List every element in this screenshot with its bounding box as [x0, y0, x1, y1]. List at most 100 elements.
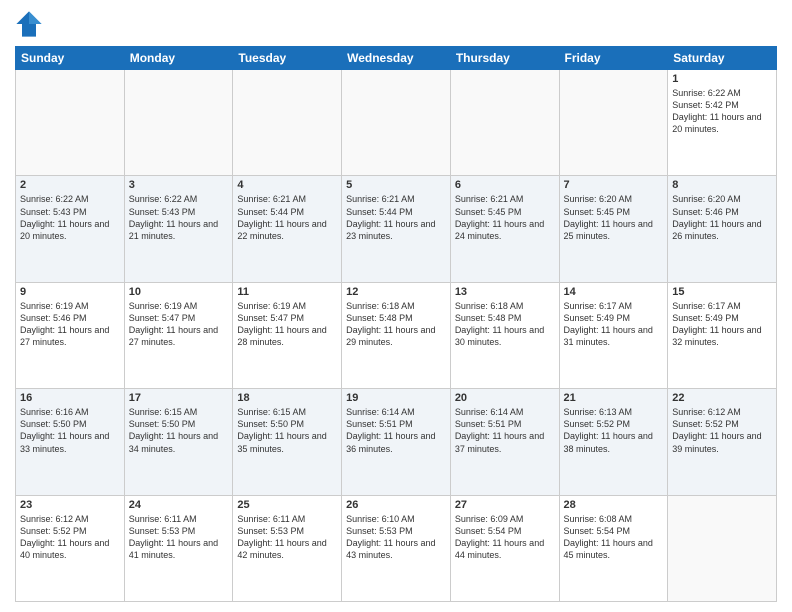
day-info: Sunrise: 6:21 AM Sunset: 5:44 PM Dayligh…	[237, 193, 337, 242]
calendar-cell: 24 Sunrise: 6:11 AM Sunset: 5:53 PM Dayli…	[124, 495, 233, 601]
calendar-cell	[559, 70, 668, 176]
day-number: 12	[346, 286, 446, 298]
calendar-cell: 5 Sunrise: 6:21 AM Sunset: 5:44 PM Daylig…	[342, 176, 451, 282]
day-info: Sunrise: 6:17 AM Sunset: 5:49 PM Dayligh…	[672, 300, 772, 349]
day-number: 13	[455, 286, 555, 298]
calendar-cell	[16, 70, 125, 176]
calendar-header-row: SundayMondayTuesdayWednesdayThursdayFrid…	[16, 47, 777, 70]
day-info: Sunrise: 6:09 AM Sunset: 5:54 PM Dayligh…	[455, 513, 555, 562]
day-info: Sunrise: 6:11 AM Sunset: 5:53 PM Dayligh…	[237, 513, 337, 562]
calendar-cell: 20 Sunrise: 6:14 AM Sunset: 5:51 PM Dayli…	[450, 389, 559, 495]
calendar-week-row: 16 Sunrise: 6:16 AM Sunset: 5:50 PM Dayli…	[16, 389, 777, 495]
day-number: 28	[564, 499, 664, 511]
day-info: Sunrise: 6:15 AM Sunset: 5:50 PM Dayligh…	[237, 406, 337, 455]
calendar-cell	[124, 70, 233, 176]
day-number: 19	[346, 392, 446, 404]
col-header-saturday: Saturday	[668, 47, 777, 70]
day-info: Sunrise: 6:11 AM Sunset: 5:53 PM Dayligh…	[129, 513, 229, 562]
calendar-week-row: 1 Sunrise: 6:22 AM Sunset: 5:42 PM Daylig…	[16, 70, 777, 176]
calendar-cell	[668, 495, 777, 601]
calendar-cell	[342, 70, 451, 176]
day-number: 27	[455, 499, 555, 511]
day-number: 15	[672, 286, 772, 298]
calendar-cell: 7 Sunrise: 6:20 AM Sunset: 5:45 PM Daylig…	[559, 176, 668, 282]
day-info: Sunrise: 6:10 AM Sunset: 5:53 PM Dayligh…	[346, 513, 446, 562]
day-number: 22	[672, 392, 772, 404]
calendar-cell: 15 Sunrise: 6:17 AM Sunset: 5:49 PM Dayli…	[668, 282, 777, 388]
day-number: 21	[564, 392, 664, 404]
calendar-cell: 26Sunrise: 6:10 AM Sunset: 5:53 PM Dayli…	[342, 495, 451, 601]
day-number: 7	[564, 179, 664, 191]
day-info: Sunrise: 6:17 AM Sunset: 5:49 PM Dayligh…	[564, 300, 664, 349]
day-number: 20	[455, 392, 555, 404]
day-number: 1	[672, 73, 772, 85]
col-header-tuesday: Tuesday	[233, 47, 342, 70]
day-number: 18	[237, 392, 337, 404]
day-number: 9	[20, 286, 120, 298]
calendar-cell: 22 Sunrise: 6:12 AM Sunset: 5:52 PM Dayli…	[668, 389, 777, 495]
calendar-cell: 9 Sunrise: 6:19 AM Sunset: 5:46 PM Daylig…	[16, 282, 125, 388]
day-info: Sunrise: 6:22 AM Sunset: 5:43 PM Dayligh…	[129, 193, 229, 242]
calendar-cell: 2 Sunrise: 6:22 AM Sunset: 5:43 PM Daylig…	[16, 176, 125, 282]
col-header-monday: Monday	[124, 47, 233, 70]
calendar-cell: 19Sunrise: 6:14 AM Sunset: 5:51 PM Dayli…	[342, 389, 451, 495]
day-number: 16	[20, 392, 120, 404]
day-info: Sunrise: 6:22 AM Sunset: 5:43 PM Dayligh…	[20, 193, 120, 242]
col-header-sunday: Sunday	[16, 47, 125, 70]
day-number: 8	[672, 179, 772, 191]
day-info: Sunrise: 6:18 AM Sunset: 5:48 PM Dayligh…	[346, 300, 446, 349]
day-number: 24	[129, 499, 229, 511]
calendar-cell: 3 Sunrise: 6:22 AM Sunset: 5:43 PM Daylig…	[124, 176, 233, 282]
logo	[15, 10, 47, 38]
day-number: 6	[455, 179, 555, 191]
day-info: Sunrise: 6:14 AM Sunset: 5:51 PM Dayligh…	[455, 406, 555, 455]
day-number: 25	[237, 499, 337, 511]
calendar-week-row: 23 Sunrise: 6:12 AM Sunset: 5:52 PM Dayli…	[16, 495, 777, 601]
day-number: 3	[129, 179, 229, 191]
calendar-cell: 28 Sunrise: 6:08 AM Sunset: 5:54 PM Dayli…	[559, 495, 668, 601]
calendar-cell: 8Sunrise: 6:20 AM Sunset: 5:46 PM Daylig…	[668, 176, 777, 282]
day-number: 2	[20, 179, 120, 191]
calendar-cell: 23 Sunrise: 6:12 AM Sunset: 5:52 PM Dayli…	[16, 495, 125, 601]
day-info: Sunrise: 6:08 AM Sunset: 5:54 PM Dayligh…	[564, 513, 664, 562]
day-number: 11	[237, 286, 337, 298]
header	[15, 10, 777, 38]
calendar-cell: 11 Sunrise: 6:19 AM Sunset: 5:47 PM Dayli…	[233, 282, 342, 388]
day-info: Sunrise: 6:19 AM Sunset: 5:47 PM Dayligh…	[129, 300, 229, 349]
calendar-cell: 12 Sunrise: 6:18 AM Sunset: 5:48 PM Dayli…	[342, 282, 451, 388]
day-info: Sunrise: 6:19 AM Sunset: 5:46 PM Dayligh…	[20, 300, 120, 349]
day-info: Sunrise: 6:16 AM Sunset: 5:50 PM Dayligh…	[20, 406, 120, 455]
calendar-cell: 18 Sunrise: 6:15 AM Sunset: 5:50 PM Dayli…	[233, 389, 342, 495]
calendar-cell: 1 Sunrise: 6:22 AM Sunset: 5:42 PM Daylig…	[668, 70, 777, 176]
day-info: Sunrise: 6:12 AM Sunset: 5:52 PM Dayligh…	[672, 406, 772, 455]
day-number: 5	[346, 179, 446, 191]
day-number: 17	[129, 392, 229, 404]
calendar-cell: 10 Sunrise: 6:19 AM Sunset: 5:47 PM Dayli…	[124, 282, 233, 388]
day-info: Sunrise: 6:18 AM Sunset: 5:48 PM Dayligh…	[455, 300, 555, 349]
day-info: Sunrise: 6:13 AM Sunset: 5:52 PM Dayligh…	[564, 406, 664, 455]
day-info: Sunrise: 6:19 AM Sunset: 5:47 PM Dayligh…	[237, 300, 337, 349]
day-info: Sunrise: 6:12 AM Sunset: 5:52 PM Dayligh…	[20, 513, 120, 562]
day-info: Sunrise: 6:20 AM Sunset: 5:45 PM Dayligh…	[564, 193, 664, 242]
calendar-cell	[233, 70, 342, 176]
col-header-thursday: Thursday	[450, 47, 559, 70]
logo-icon	[15, 10, 43, 38]
day-info: Sunrise: 6:22 AM Sunset: 5:42 PM Dayligh…	[672, 87, 772, 136]
calendar-cell: 21 Sunrise: 6:13 AM Sunset: 5:52 PM Dayli…	[559, 389, 668, 495]
day-number: 23	[20, 499, 120, 511]
calendar-cell: 17 Sunrise: 6:15 AM Sunset: 5:50 PM Dayli…	[124, 389, 233, 495]
col-header-wednesday: Wednesday	[342, 47, 451, 70]
day-info: Sunrise: 6:15 AM Sunset: 5:50 PM Dayligh…	[129, 406, 229, 455]
calendar-week-row: 2 Sunrise: 6:22 AM Sunset: 5:43 PM Daylig…	[16, 176, 777, 282]
day-number: 10	[129, 286, 229, 298]
calendar-cell: 4 Sunrise: 6:21 AM Sunset: 5:44 PM Daylig…	[233, 176, 342, 282]
col-header-friday: Friday	[559, 47, 668, 70]
calendar-cell: 6 Sunrise: 6:21 AM Sunset: 5:45 PM Daylig…	[450, 176, 559, 282]
calendar-cell: 27 Sunrise: 6:09 AM Sunset: 5:54 PM Dayli…	[450, 495, 559, 601]
day-info: Sunrise: 6:21 AM Sunset: 5:45 PM Dayligh…	[455, 193, 555, 242]
calendar-week-row: 9 Sunrise: 6:19 AM Sunset: 5:46 PM Daylig…	[16, 282, 777, 388]
day-number: 4	[237, 179, 337, 191]
calendar-cell: 14Sunrise: 6:17 AM Sunset: 5:49 PM Dayli…	[559, 282, 668, 388]
day-info: Sunrise: 6:21 AM Sunset: 5:44 PM Dayligh…	[346, 193, 446, 242]
calendar-cell: 13 Sunrise: 6:18 AM Sunset: 5:48 PM Dayli…	[450, 282, 559, 388]
